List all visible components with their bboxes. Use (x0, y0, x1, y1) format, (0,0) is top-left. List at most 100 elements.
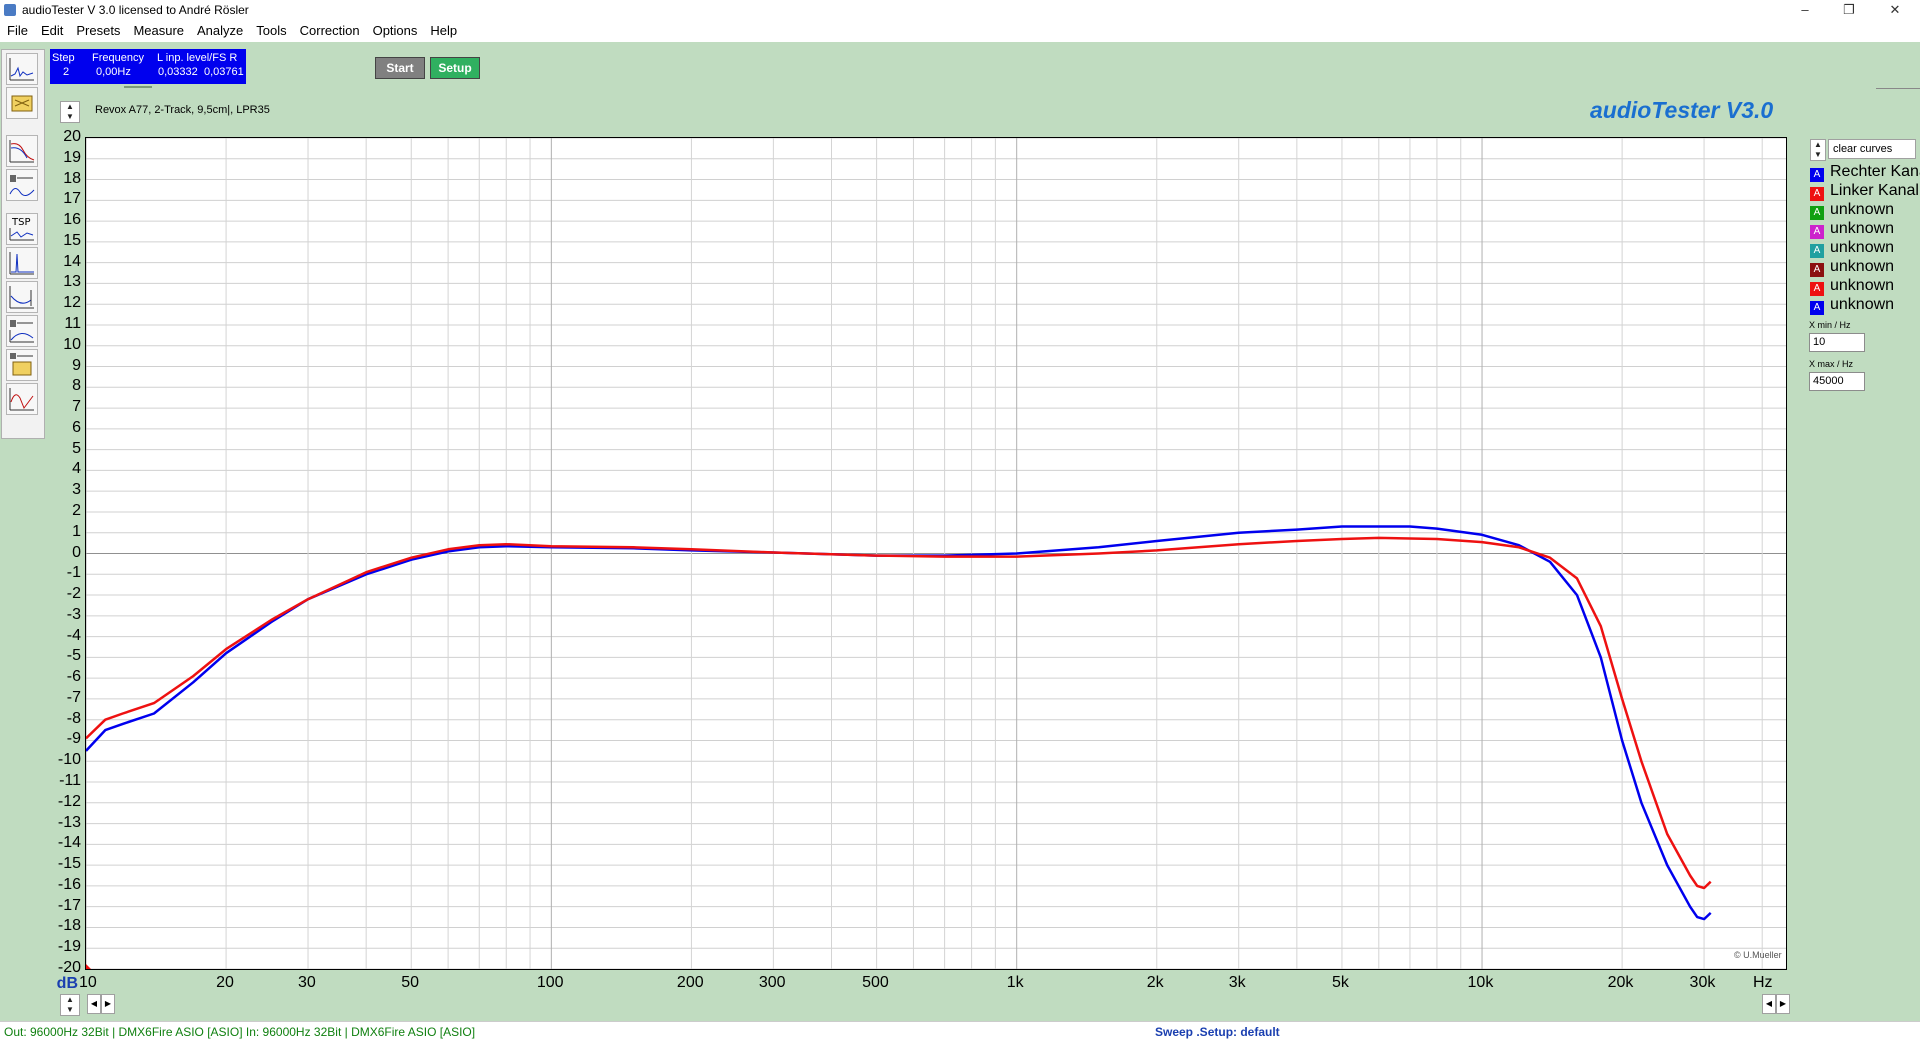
spectrum-tool[interactable] (6, 53, 38, 85)
y-tick-label: -6 (66, 668, 81, 686)
menu-presets[interactable]: Presets (69, 20, 126, 38)
y-tick-label: 15 (63, 231, 81, 249)
measurement-status: Step Frequency L inp. level/FS R 2 0,00H… (50, 49, 246, 84)
curve-color-swatch[interactable]: A (1810, 168, 1824, 182)
y-tick-label: -17 (57, 896, 81, 914)
legend-item[interactable]: Aunknown (1810, 277, 1894, 296)
curve-color-swatch[interactable]: A (1810, 206, 1824, 220)
app-brand: audioTester V3.0 (1590, 97, 1774, 123)
level-left-value: 0,03332 (158, 66, 198, 78)
legend-label: unknown (1830, 201, 1895, 218)
frequency-tool[interactable] (6, 135, 38, 167)
x-tick-label: 30k (1689, 974, 1716, 991)
speaker-notes-tool[interactable] (6, 349, 38, 381)
y-tick-label: -7 (66, 688, 81, 706)
scroll-left-icon[interactable]: ◀ (87, 994, 101, 1014)
legend-item[interactable]: A Linker Kanal (1810, 182, 1919, 201)
y-tick-label: -14 (57, 834, 81, 852)
menu-edit[interactable]: Edit (34, 20, 69, 38)
y-tick-label: -18 (57, 917, 81, 935)
y-tick-label: 9 (72, 356, 81, 374)
curve-color-swatch[interactable]: A (1810, 263, 1824, 277)
y-tick-label: -19 (57, 938, 81, 956)
y-tick-label: -13 (57, 813, 81, 831)
notes-tool[interactable] (6, 87, 38, 119)
y-tick-label: 2 (72, 501, 81, 519)
y-tick-label: 13 (63, 273, 81, 291)
legend-item[interactable]: Aunknown (1810, 239, 1894, 258)
x-tick-label: 10 (79, 974, 97, 991)
menu-measure[interactable]: Measure (126, 20, 190, 38)
curve-color-swatch[interactable]: A (1810, 244, 1824, 258)
y-tick-label: -11 (59, 772, 81, 790)
setup-button[interactable]: Setup (430, 57, 480, 79)
y-tick-label: 12 (63, 294, 81, 312)
caption-spinner[interactable]: ▲ ▼ (60, 101, 80, 123)
curve-color-swatch[interactable]: A (1810, 225, 1824, 239)
measurement-caption[interactable]: Revox A77, 2-Track, 9,5cm|, LPR35 (95, 104, 270, 116)
waveform-icon (9, 388, 34, 411)
filter-tool[interactable] (6, 281, 38, 313)
x-tick-label: 20 (216, 974, 234, 991)
speaker-folder-icon (10, 353, 33, 376)
y-tick-label: 11 (64, 314, 81, 332)
speaker-curve-icon (9, 320, 34, 343)
frequency-value: 0,00Hz (96, 66, 131, 78)
close-icon[interactable]: ✕ (1872, 0, 1918, 20)
curve-color-swatch[interactable]: A (1810, 282, 1824, 296)
xmin-input[interactable]: 10 (1809, 333, 1865, 352)
y-tick-label: -5 (66, 647, 81, 665)
x-tick-label: 5k (1331, 974, 1349, 991)
curve-icon (9, 140, 35, 163)
waveform-tool[interactable] (6, 383, 38, 415)
y-tick-label: 18 (63, 169, 81, 187)
copyright-label: © U.Mueller (1734, 950, 1782, 960)
x-tick-label: 1k (1006, 974, 1024, 991)
zoom-spinner[interactable]: ▲ ▼ (60, 994, 80, 1016)
menu-options[interactable]: Options (366, 20, 424, 38)
menu-analyze[interactable]: Analyze (190, 20, 249, 38)
legend-label: unknown (1830, 296, 1895, 313)
cursor-marker (86, 964, 91, 969)
y-tick-label: 5 (72, 439, 81, 457)
x-tick-label: 10k (1467, 974, 1494, 991)
y-tick-label: -12 (57, 792, 81, 810)
series-line (85, 525, 1712, 921)
clear-curves-button[interactable]: clear curves (1828, 139, 1916, 159)
step-header: Step (52, 52, 75, 64)
curve-color-swatch[interactable]: A (1810, 187, 1824, 201)
y-tick-label: 8 (72, 377, 81, 395)
x-tick-label: 500 (862, 974, 889, 991)
minimize-icon[interactable]: – (1782, 0, 1828, 20)
scroll-left-icon[interactable]: ◀ (1762, 994, 1776, 1014)
tsp-icon: TSP (9, 217, 34, 241)
legend-item[interactable]: Aunknown (1810, 296, 1894, 315)
y-tick-label: -1 (66, 564, 81, 582)
restore-icon[interactable]: ❐ (1826, 0, 1872, 20)
legend-item[interactable]: Aunknown (1810, 258, 1894, 277)
xmin-label: X min / Hz (1809, 320, 1851, 330)
menu-bar: File Edit Presets Measure Analyze Tools Correc… (0, 20, 1920, 42)
menu-tools[interactable]: Tools (249, 20, 292, 38)
start-button[interactable]: Start (375, 57, 425, 79)
curve-spinner[interactable]: ▲ ▼ (1810, 139, 1826, 161)
y-axis-unit: dB (56, 975, 78, 992)
legend-item[interactable]: A Rechter Kanal (1810, 163, 1920, 182)
legend-item[interactable]: Aunknown (1810, 220, 1894, 239)
y-tick-label: 10 (63, 335, 81, 353)
scroll-right-icon[interactable]: ▶ (1776, 994, 1790, 1014)
curve-color-swatch[interactable]: A (1810, 301, 1824, 315)
menu-help[interactable]: Help (423, 20, 463, 38)
tsp-tool[interactable]: TSP (6, 213, 38, 245)
speaker-tool[interactable] (6, 169, 38, 201)
divider (1876, 88, 1920, 89)
scroll-right-icon[interactable]: ▶ (101, 994, 115, 1014)
menu-file[interactable]: File (0, 20, 34, 38)
xmax-input[interactable]: 45000 (1809, 372, 1865, 391)
legend-item[interactable]: Aunknown (1810, 201, 1894, 220)
impulse-tool[interactable] (6, 247, 38, 279)
menu-correction[interactable]: Correction (293, 20, 366, 38)
svg-text:TSP: TSP (11, 217, 31, 228)
y-tick-label: -9 (66, 730, 81, 748)
speaker-curve-tool[interactable] (6, 315, 38, 347)
